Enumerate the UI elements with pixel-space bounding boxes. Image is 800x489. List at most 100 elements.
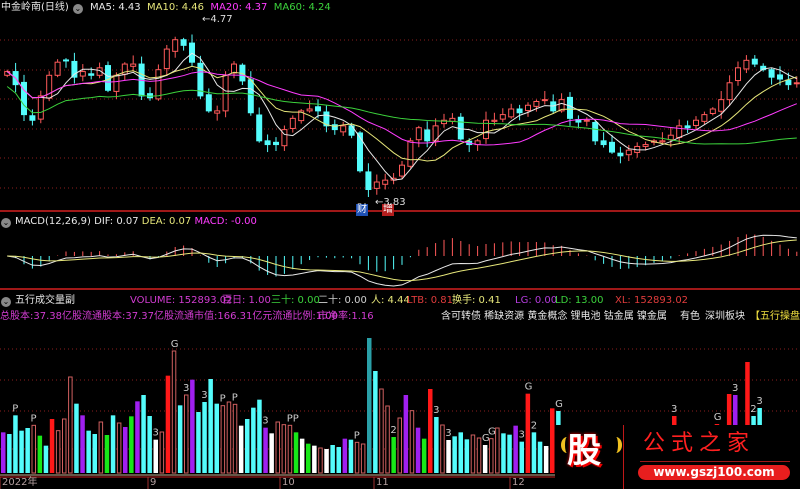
candle-body [533, 101, 540, 107]
candle-body [88, 73, 95, 76]
volume-bar [110, 415, 116, 473]
volume-bar [452, 436, 457, 473]
volume-signal-label: G [555, 399, 563, 410]
volume-signal-label: 3 [183, 383, 189, 394]
candle-body [777, 74, 783, 80]
watermark: 股 公式之家 www.gszj100.com [555, 425, 800, 489]
candle-body [247, 79, 254, 114]
candle-body [105, 65, 111, 91]
candle-body [424, 129, 431, 142]
candle-body [306, 108, 313, 112]
volume-bar [519, 441, 524, 473]
volume-bar [141, 395, 146, 473]
candle-body [63, 59, 69, 62]
volume-signal-label: G [488, 427, 496, 438]
volume-bar [299, 438, 305, 473]
volume-bar [531, 432, 537, 473]
volume-signal-label: P [31, 413, 37, 424]
volume-stat-2: 三十: 0.00 [271, 295, 320, 306]
candle-body [172, 39, 179, 52]
divider [623, 425, 624, 489]
volume-bar [37, 435, 43, 473]
macd-dif: DIF: 0.07 [94, 216, 139, 227]
candle-body [693, 119, 699, 126]
candle-body [709, 108, 716, 114]
volume-bar [165, 375, 171, 473]
volume-stat-7: LG: 0.00 [515, 295, 558, 306]
volume-bar [74, 403, 79, 473]
volume-bar [550, 408, 555, 473]
share-info: 总股本:37.38亿股流通股本:37.37亿股流通市值:166.31亿元流通比例… [0, 311, 338, 322]
volume-bar [330, 445, 335, 473]
candle-body [701, 114, 708, 122]
high-price-value: 4.77 [210, 14, 233, 25]
candle-body [718, 99, 725, 112]
volume-signal-label: G [171, 339, 179, 350]
volume-stat-6: 换手: 0.41 [452, 295, 501, 306]
watermark-name: 公式之家 [643, 431, 756, 456]
volume-bar [153, 439, 158, 473]
volume-bar [257, 399, 262, 473]
volume-stat-3: 二十: 0.00 [318, 295, 367, 306]
candle-body [315, 106, 321, 112]
volume-bar [324, 449, 329, 473]
volume-bar [263, 427, 268, 473]
settings-chevron-icon[interactable]: ⌄ [1, 297, 11, 307]
volume-bar [135, 401, 140, 473]
ma5-label: MA5: 4.43 [90, 2, 141, 13]
volume-bar [275, 421, 280, 474]
horn-right-icon [610, 437, 622, 453]
x-axis-label-dec: 12 [512, 477, 525, 488]
candle-body [676, 125, 683, 138]
candle-body [617, 152, 624, 157]
concept-tags: 含可转债 稀缺资源 黄金概念 锂电池 钴金属 镍金属 [441, 311, 667, 322]
volume-bar [129, 416, 134, 473]
ma20-label: MA20: 4.37 [210, 2, 268, 13]
volume-bar [123, 427, 128, 473]
volume-stat-9: XL: 152893.02 [615, 295, 689, 306]
settings-chevron-icon[interactable]: ⌄ [1, 218, 11, 228]
volume-bar [440, 424, 445, 474]
volume-bar [31, 424, 36, 474]
candle-body [231, 63, 237, 74]
volume-indicator-name: 五行成交量副 [15, 295, 75, 306]
volume-signal-label: P [220, 394, 226, 405]
volume-bar [226, 401, 232, 474]
volume-bar [232, 403, 238, 474]
settings-chevron-icon[interactable]: ⌄ [72, 4, 83, 14]
volume-bar [287, 424, 293, 474]
macd-name: MACD(12,26,9) [15, 216, 91, 227]
macd-dea: DEA: 0.07 [141, 216, 192, 227]
volume-bar [19, 430, 24, 473]
macd-header: ⌄ MACD(12,26,9) DIF: 0.07 DEA: 0.07 MACD:… [1, 216, 257, 228]
volume-bar [171, 350, 177, 474]
volume-bar [373, 371, 378, 473]
stock-title: 中金岭南(日线) [1, 2, 69, 13]
volume-bar [336, 447, 341, 473]
volume-bar [7, 434, 12, 473]
candle-body [113, 74, 120, 92]
volume-signal-label: 3 [153, 428, 159, 439]
candle-body [256, 114, 263, 142]
candle-body [289, 117, 296, 129]
volume-bar [184, 394, 189, 474]
candle-body [163, 48, 170, 70]
candle-body [609, 141, 615, 153]
volume-signal-label: G [714, 412, 722, 423]
candle-body [625, 149, 632, 156]
high-price-label: ←4.77 [202, 14, 233, 26]
x-axis-label-nov: 11 [376, 477, 389, 488]
volume-bar [62, 418, 67, 474]
volume-signal-label: 3 [445, 428, 451, 439]
candle-body [382, 179, 389, 185]
candle-body [684, 125, 691, 129]
share-increase-badge[interactable]: 增 [382, 204, 394, 216]
volume-bar [238, 425, 244, 473]
volume-bar [489, 438, 494, 474]
volume-bar [220, 405, 226, 474]
volume-bar [68, 376, 73, 474]
volume-bar [543, 446, 549, 473]
candle-body [357, 132, 363, 172]
financial-report-badge[interactable]: 财 [356, 204, 368, 216]
volume-bar [464, 439, 470, 473]
